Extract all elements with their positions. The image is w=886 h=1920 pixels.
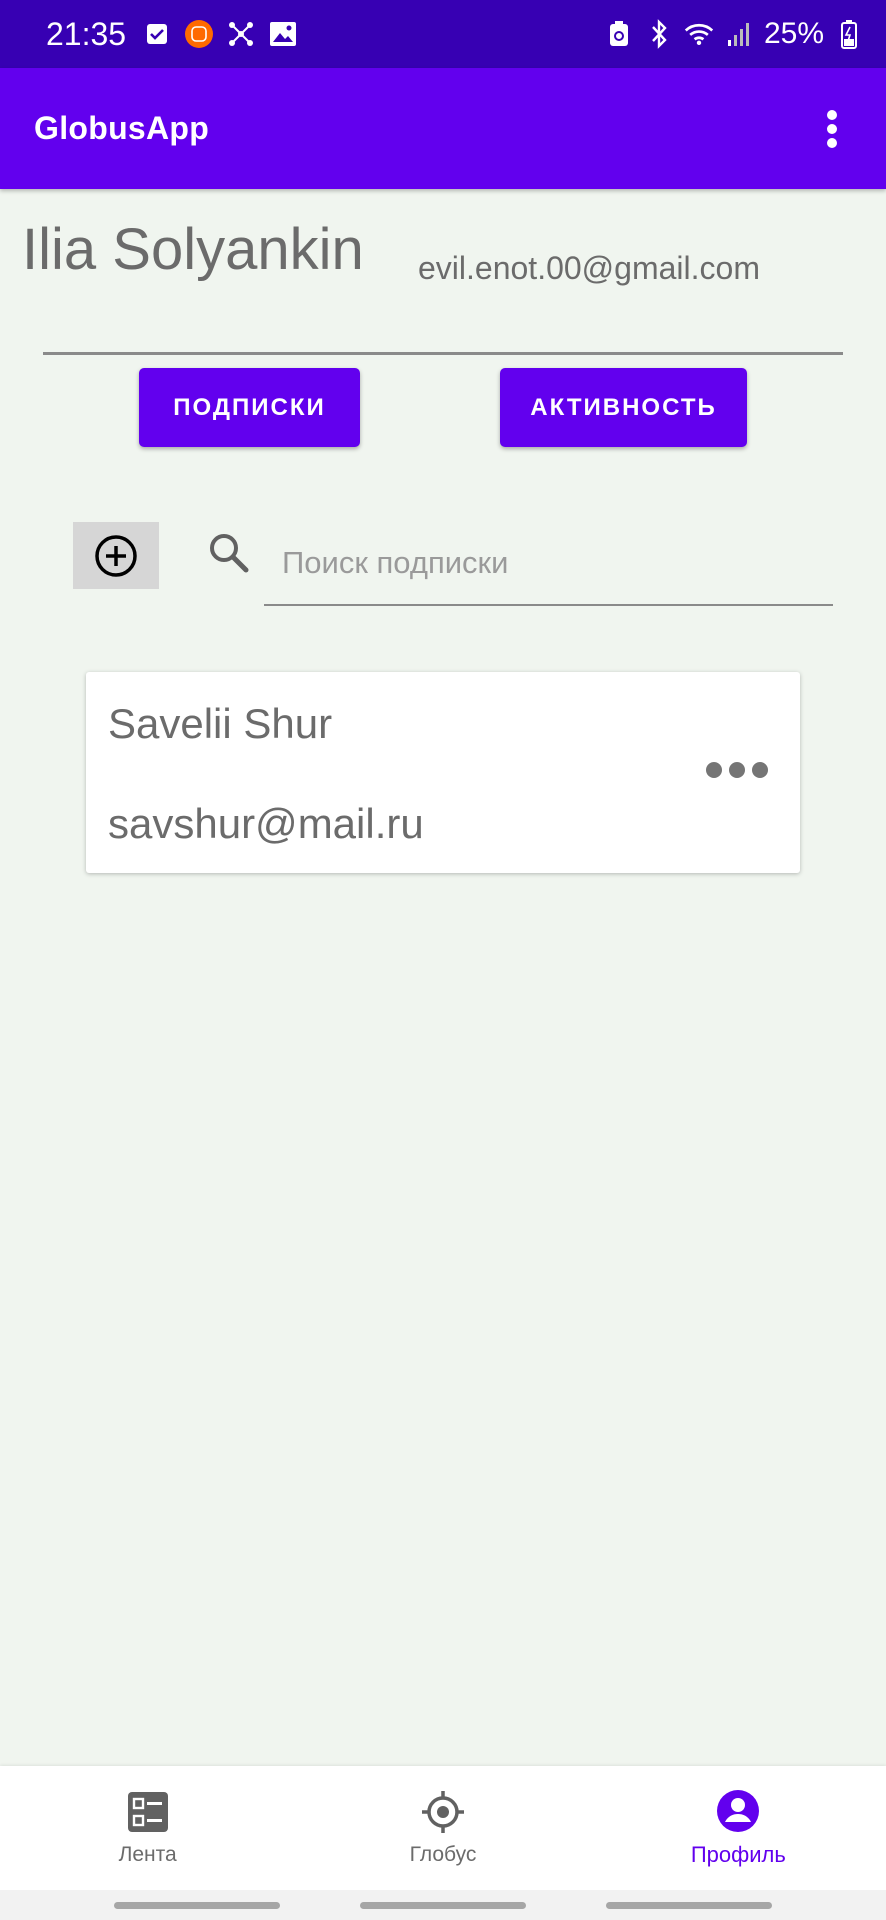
subscription-name: Savelii Shur	[108, 700, 333, 747]
recycle-notification-icon	[604, 19, 634, 49]
nav-item-globe[interactable]: Глобус	[295, 1766, 590, 1890]
add-circle-icon	[95, 534, 137, 577]
status-right: 25%	[604, 17, 864, 51]
add-subscription-button[interactable]	[73, 522, 159, 589]
overflow-menu-button[interactable]	[812, 99, 852, 159]
nav-item-feed[interactable]: Лента	[0, 1766, 295, 1890]
globe-target-icon	[421, 1791, 464, 1833]
bluetooth-icon	[644, 19, 674, 49]
bottom-navigation: Лента Глобус Профиль	[0, 1766, 886, 1890]
wifi-icon	[684, 19, 714, 49]
nav-label-globe: Глобус	[409, 1843, 477, 1866]
nav-label-profile: Профиль	[690, 1842, 786, 1867]
divider	[43, 352, 843, 355]
profile-email: evil.enot.00@gmail.com	[418, 250, 760, 286]
activity-button[interactable]: АКТИВНОСТЬ	[500, 368, 747, 447]
search-input[interactable]	[264, 522, 833, 606]
battery-percent: 25%	[763, 17, 824, 50]
system-gesture-bar	[0, 1890, 886, 1920]
battery-charging-icon	[834, 19, 864, 49]
subscription-card[interactable]: Savelii Shur savshur@mail.ru	[86, 672, 800, 873]
checkbox-notification-icon	[142, 19, 172, 49]
subscriptions-button[interactable]: ПОДПИСКИ	[139, 368, 360, 447]
status-bar: 21:35 25%	[0, 0, 886, 68]
notification-icons	[142, 19, 298, 49]
profile-icon	[717, 1790, 760, 1832]
feed-list-icon	[127, 1792, 168, 1832]
network-share-icon	[226, 19, 256, 49]
image-notification-icon	[268, 19, 298, 49]
nav-item-profile[interactable]: Профиль	[591, 1766, 886, 1890]
screen: 21:35 25% GlobusApp Ilia Solyankin evil.…	[0, 0, 886, 1920]
gesture-handle[interactable]	[114, 1901, 280, 1909]
gesture-handle[interactable]	[360, 1901, 526, 1909]
status-time: 21:35	[46, 15, 127, 52]
cellular-signal-icon	[724, 19, 754, 49]
subscription-email: savshur@mail.ru	[108, 800, 424, 847]
gesture-handle[interactable]	[606, 1901, 772, 1909]
more-vert-icon	[827, 109, 837, 148]
search-icon	[210, 534, 249, 573]
app-title: GlobusApp	[34, 110, 210, 146]
more-horiz-icon[interactable]	[706, 758, 768, 782]
nav-label-feed: Лента	[118, 1843, 177, 1866]
mi-app-icon	[184, 19, 214, 49]
app-bar: GlobusApp	[0, 68, 886, 189]
profile-name: Ilia Solyankin	[22, 217, 364, 282]
